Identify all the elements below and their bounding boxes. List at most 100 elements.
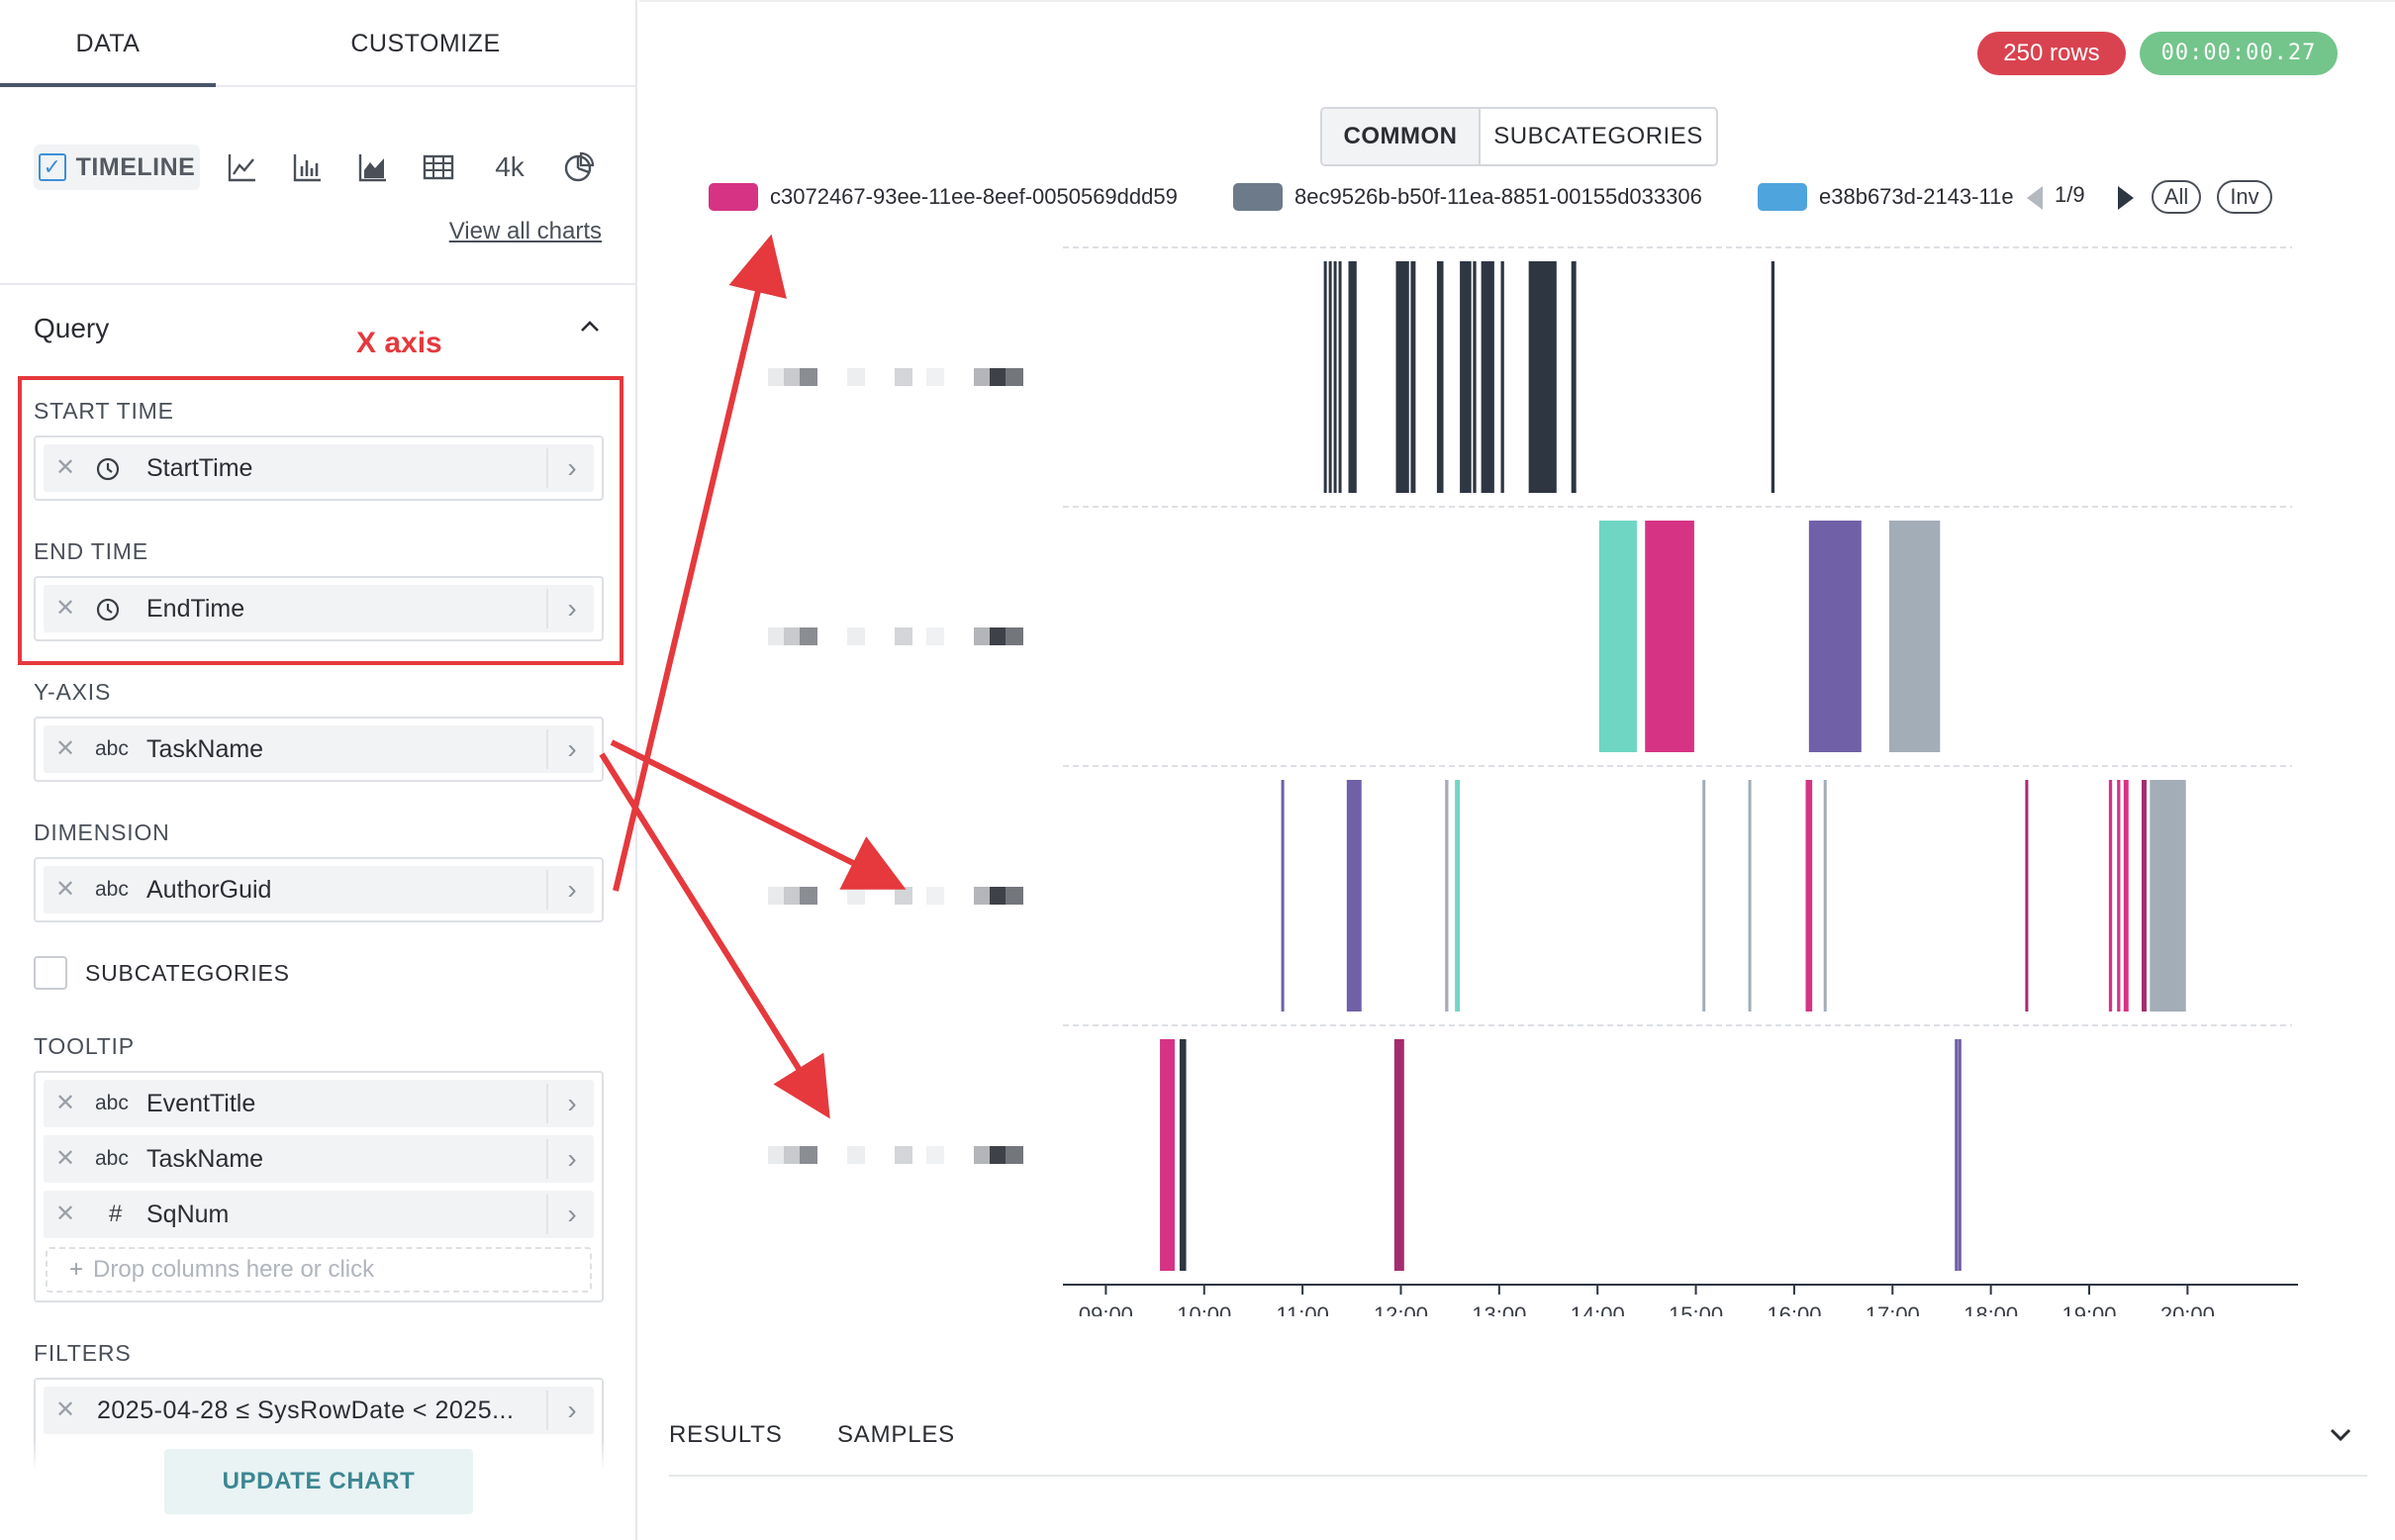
legend-label: 8ec9526b-b50f-11ea-8851-00155d033306 — [1294, 184, 1702, 209]
timeline-bar[interactable] — [1598, 521, 1637, 752]
chevron-right-icon[interactable]: › — [550, 1080, 594, 1127]
timeline-bar[interactable] — [1346, 780, 1362, 1011]
chevron-right-icon[interactable]: › — [550, 1135, 594, 1183]
tab-results[interactable]: RESULTS — [669, 1421, 783, 1449]
timeline-bar[interactable] — [1160, 1039, 1175, 1271]
timeline-bar[interactable] — [2150, 780, 2186, 1011]
text-type-icon: abc — [95, 1092, 129, 1114]
active-tab-indicator — [0, 83, 216, 87]
filter-pill[interactable]: ✕ 2025-04-28 ≤ SysRowDate < 2025... › — [44, 1387, 594, 1434]
timeline-bar[interactable] — [1805, 780, 1813, 1011]
update-chart-button[interactable]: UPDATE CHART — [164, 1449, 473, 1514]
triangle-left-icon[interactable] — [2023, 184, 2047, 212]
legend-all-button[interactable]: All — [2152, 180, 2201, 214]
timeline-bar[interactable] — [1748, 780, 1752, 1011]
chevron-right-icon[interactable]: › — [550, 866, 594, 914]
timeline-bar[interactable] — [1328, 261, 1332, 493]
timeline-bar[interactable] — [1348, 261, 1357, 493]
tooltip-pill[interactable]: ✕ abc EventTitle › — [44, 1080, 594, 1127]
chevron-up-icon[interactable] — [576, 313, 604, 340]
timeline-bar[interactable] — [1323, 261, 1327, 493]
timeline-bar[interactable] — [2123, 780, 2129, 1011]
tab-samples[interactable]: SAMPLES — [837, 1421, 955, 1449]
timeline-bar[interactable] — [1528, 261, 1557, 493]
dimension-pill[interactable]: ✕ abc AuthorGuid › — [44, 866, 594, 914]
legend-item[interactable]: c3072467-93ee-11ee-8eef-0050569ddd59 — [709, 180, 1223, 214]
timeline-bar[interactable] — [2108, 780, 2113, 1011]
timeline-bar[interactable] — [1179, 1039, 1187, 1271]
timeline-bar[interactable] — [1571, 261, 1577, 493]
timeline-bar[interactable] — [1333, 261, 1337, 493]
check-icon: ✓ — [38, 153, 66, 181]
chevron-down-icon[interactable] — [2324, 1417, 2357, 1451]
legend-invert-button[interactable]: Inv — [2217, 180, 2272, 214]
triangle-right-icon[interactable] — [2114, 184, 2138, 212]
timeline-bar[interactable] — [1393, 1039, 1404, 1271]
timeline-bar[interactable] — [1455, 780, 1461, 1011]
timeline-bar[interactable] — [1702, 780, 1706, 1011]
timeline-bar[interactable] — [2141, 780, 2147, 1011]
x-tick-label: 09:00 — [1079, 1302, 1133, 1316]
chart-type-4k[interactable]: 4k — [481, 144, 538, 190]
chevron-right-icon[interactable]: › — [550, 1191, 594, 1238]
x-tick-label: 12:00 — [1374, 1302, 1428, 1316]
legend-item[interactable]: e38b673d-2143-11ef-8e — [1758, 180, 2015, 214]
timeline-bar[interactable] — [1473, 261, 1477, 493]
tooltip-field[interactable]: ✕ abc EventTitle › ✕ abc TaskName › ✕ # … — [34, 1071, 604, 1302]
query-title: Query — [34, 313, 110, 343]
legend-page: 1/9 — [2055, 182, 2085, 207]
x-tick-label: 15:00 — [1669, 1302, 1723, 1316]
timeline-bar[interactable] — [1823, 780, 1827, 1011]
x-axis-annotation-label: X axis — [356, 327, 442, 359]
chart-type-timeline[interactable]: ✓ TIMELINE — [34, 144, 200, 190]
timeline-bar[interactable] — [1771, 261, 1775, 493]
y-axis-field[interactable]: ✕ abc TaskName › — [34, 717, 604, 782]
view-all-charts-link[interactable]: View all charts — [449, 218, 602, 245]
legend-swatch — [709, 183, 758, 211]
timeline-bar[interactable] — [1500, 261, 1504, 493]
view-mode-common[interactable]: COMMON — [1322, 109, 1481, 164]
drop-zone-hint: Drop columns here or click — [93, 1256, 375, 1283]
timeline-bar[interactable] — [1955, 1039, 1959, 1271]
table-icon[interactable] — [416, 144, 461, 190]
timeline-bar[interactable] — [2117, 780, 2121, 1011]
chevron-right-icon[interactable]: › — [550, 725, 594, 773]
timeline-bar[interactable] — [1281, 780, 1285, 1011]
tooltip-pill[interactable]: ✕ abc TaskName › — [44, 1135, 594, 1183]
timeline-bar[interactable] — [1645, 521, 1694, 752]
tooltip-pill[interactable]: ✕ # SqNum › — [44, 1191, 594, 1238]
legend-item[interactable]: 8ec9526b-b50f-11ea-8851-00155d033306 — [1233, 180, 1758, 214]
timeline-bar[interactable] — [2025, 780, 2029, 1011]
tooltip-field-name: SqNum — [146, 1201, 230, 1228]
line-chart-icon[interactable] — [220, 144, 265, 190]
query-section-header[interactable]: Query — [0, 283, 635, 362]
timeline-bar[interactable] — [1958, 1039, 1962, 1271]
y-axis-pill[interactable]: ✕ abc TaskName › — [44, 725, 594, 773]
timeline-bar[interactable] — [1395, 261, 1409, 493]
tab-data[interactable]: DATA — [0, 0, 216, 87]
remove-icon[interactable]: ✕ — [44, 1135, 87, 1183]
timeline-bar[interactable] — [1888, 521, 1941, 752]
remove-icon[interactable]: ✕ — [44, 725, 87, 773]
pie-chart-icon[interactable] — [556, 144, 602, 190]
remove-icon[interactable]: ✕ — [44, 1387, 87, 1434]
tooltip-drop-zone[interactable]: + Drop columns here or click — [46, 1247, 592, 1293]
x-tick-label: 13:00 — [1472, 1302, 1526, 1316]
timeline-bar[interactable] — [1410, 261, 1416, 493]
timeline-bar[interactable] — [1445, 780, 1449, 1011]
timeline-bar[interactable] — [1481, 261, 1494, 493]
remove-icon[interactable]: ✕ — [44, 1080, 87, 1127]
chevron-right-icon[interactable]: › — [550, 1387, 594, 1434]
timeline-bar[interactable] — [1460, 261, 1472, 493]
timeline-bar[interactable] — [1338, 261, 1342, 493]
timeline-bar[interactable] — [1436, 261, 1444, 493]
remove-icon[interactable]: ✕ — [44, 1191, 87, 1238]
subcategories-checkbox[interactable] — [34, 956, 67, 990]
dimension-field[interactable]: ✕ abc AuthorGuid › — [34, 857, 604, 922]
bar-chart-icon[interactable] — [285, 144, 331, 190]
area-chart-icon[interactable] — [350, 144, 396, 190]
remove-icon[interactable]: ✕ — [44, 866, 87, 914]
timeline-bar[interactable] — [1808, 521, 1862, 752]
view-mode-subcategories[interactable]: SUBCATEGORIES — [1481, 109, 1716, 164]
tab-customize[interactable]: CUSTOMIZE — [216, 0, 635, 87]
